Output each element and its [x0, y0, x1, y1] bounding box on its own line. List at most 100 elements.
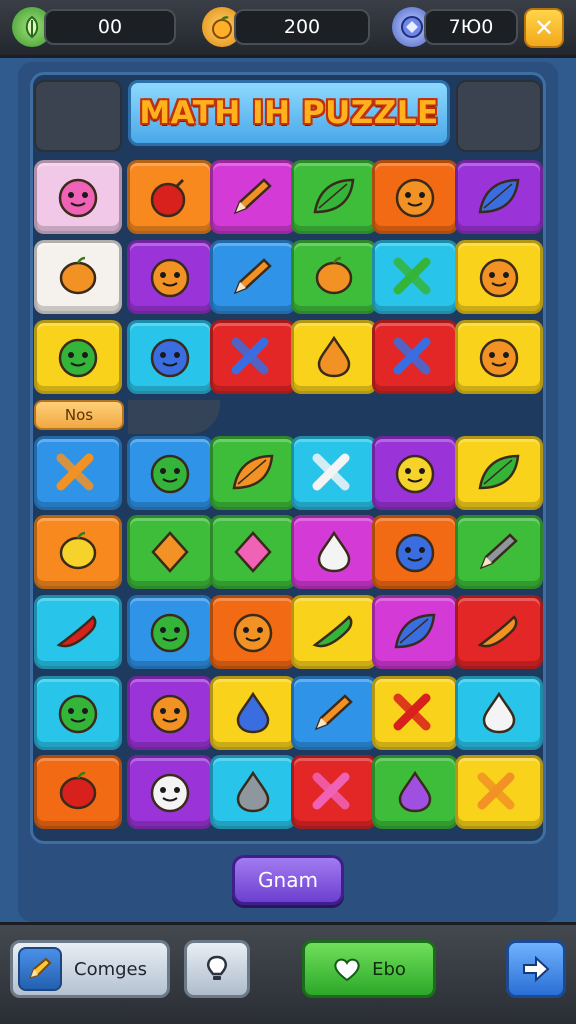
hint-button[interactable]	[184, 940, 250, 998]
red-tomato-icon	[59, 771, 97, 810]
title-banner: MATH IH PUZZLE	[128, 80, 450, 146]
white-sheep-creature-icon	[150, 773, 190, 813]
grid-tile[interactable]	[291, 755, 377, 829]
blue-spiky-creature-icon	[395, 533, 435, 573]
yellow-creature-icon	[395, 454, 435, 494]
grid-tile[interactable]	[34, 240, 122, 314]
top-hud: 00 200 7Ю0 ✕	[0, 0, 576, 58]
grid-tile[interactable]	[210, 515, 296, 589]
white-cross-icon	[312, 453, 350, 491]
grid-tile[interactable]	[34, 320, 122, 394]
blue-drop-icon	[236, 691, 270, 734]
white-drop-icon	[317, 530, 351, 573]
coins-counter: 200	[234, 9, 370, 45]
grid-tile[interactable]	[34, 755, 122, 829]
grid-tile[interactable]	[455, 160, 543, 234]
grid-tile[interactable]	[455, 676, 543, 750]
grid-tile[interactable]	[455, 595, 543, 669]
yellow-lemon-icon	[59, 531, 97, 570]
grid-tile[interactable]	[455, 436, 543, 510]
grid-tile[interactable]	[372, 436, 458, 510]
grid-tile[interactable]	[210, 755, 296, 829]
green-frog-creature-icon	[150, 613, 190, 653]
grid-tile[interactable]	[210, 320, 296, 394]
close-button[interactable]: ✕	[524, 8, 564, 48]
pencil-icon	[18, 947, 62, 991]
grid-tile[interactable]	[372, 676, 458, 750]
green-leaf-icon	[313, 178, 355, 214]
red-chili-icon	[56, 615, 97, 648]
grid-tile[interactable]	[127, 515, 213, 589]
pink-blob-creature-icon	[58, 178, 98, 218]
page-title: MATH IH PUZZLE	[139, 95, 439, 131]
grid-tile[interactable]	[34, 595, 122, 669]
lightbulb-icon	[207, 955, 227, 980]
changes-button[interactable]: Comges	[10, 940, 170, 998]
next-button[interactable]	[506, 940, 566, 998]
grid-tile[interactable]	[455, 755, 543, 829]
gray-pencil-icon	[479, 533, 518, 570]
grid-tile[interactable]	[34, 676, 122, 750]
grid-tile[interactable]	[34, 515, 122, 589]
arrow-right-icon	[523, 955, 550, 983]
grid-tile[interactable]	[455, 515, 543, 589]
grid-tile[interactable]	[127, 755, 213, 829]
grid-tile[interactable]	[291, 436, 377, 510]
orange-pepper-icon	[477, 615, 518, 648]
pink-candy-icon	[234, 531, 272, 573]
grid-tile[interactable]	[34, 160, 122, 234]
grid-tile[interactable]	[127, 240, 213, 314]
grid-tile[interactable]	[372, 595, 458, 669]
grid-tile[interactable]	[210, 240, 296, 314]
grid-tile[interactable]	[372, 160, 458, 234]
row-tag: Nos	[34, 400, 124, 430]
grid-tile[interactable]	[291, 595, 377, 669]
white-flask-icon	[482, 691, 516, 734]
pencil-icon	[233, 178, 272, 215]
pink-cross-icon	[312, 772, 350, 810]
orange-fox-creature-icon	[150, 694, 190, 734]
grid-tile[interactable]	[291, 320, 377, 394]
grid-tile[interactable]	[291, 160, 377, 234]
grid-tile[interactable]	[127, 676, 213, 750]
grid-tile[interactable]	[455, 320, 543, 394]
blue-feather-icon	[478, 178, 520, 214]
red-cross-icon	[393, 693, 431, 731]
orange-pencil-icon	[314, 694, 353, 731]
go-button[interactable]: Ebo	[302, 940, 436, 998]
title-right-slot	[456, 80, 542, 152]
title-left-slot	[34, 80, 122, 152]
grid-tile[interactable]	[210, 595, 296, 669]
grid-tile[interactable]	[127, 595, 213, 669]
grid-tile[interactable]	[372, 515, 458, 589]
blue-cross-icon	[393, 337, 431, 375]
orange-fox-creature-icon	[150, 258, 190, 298]
primary-action-button[interactable]: Gnam	[232, 855, 344, 905]
grid-tile[interactable]	[291, 240, 377, 314]
grid-tile[interactable]	[372, 755, 458, 829]
gems-counter: 7Ю0	[424, 9, 518, 45]
grid-tile[interactable]	[291, 676, 377, 750]
grid-tile[interactable]	[34, 436, 122, 510]
grid-tile[interactable]	[372, 240, 458, 314]
grid-tile[interactable]	[210, 436, 296, 510]
orange-cross-icon	[56, 453, 94, 491]
orange-ghost-creature-icon	[233, 613, 273, 653]
grid-tile[interactable]	[210, 160, 296, 234]
gray-flask-icon	[236, 770, 270, 813]
orange-leaf-icon	[232, 454, 274, 490]
grid-tile[interactable]	[291, 515, 377, 589]
grid-tile[interactable]	[127, 320, 213, 394]
heart-icon	[334, 958, 360, 982]
green-magnifier-creature-icon	[58, 338, 98, 378]
green-rocket-icon	[312, 615, 353, 648]
green-leaf-icon	[478, 454, 520, 490]
pencil-icon	[233, 258, 272, 295]
grid-tile[interactable]	[127, 160, 213, 234]
grid-tile[interactable]	[455, 240, 543, 314]
grid-tile[interactable]	[210, 676, 296, 750]
blue-flower-creature-icon	[150, 338, 190, 378]
orange-ghost-creature-icon	[395, 178, 435, 218]
grid-tile[interactable]	[372, 320, 458, 394]
grid-tile[interactable]	[127, 436, 213, 510]
